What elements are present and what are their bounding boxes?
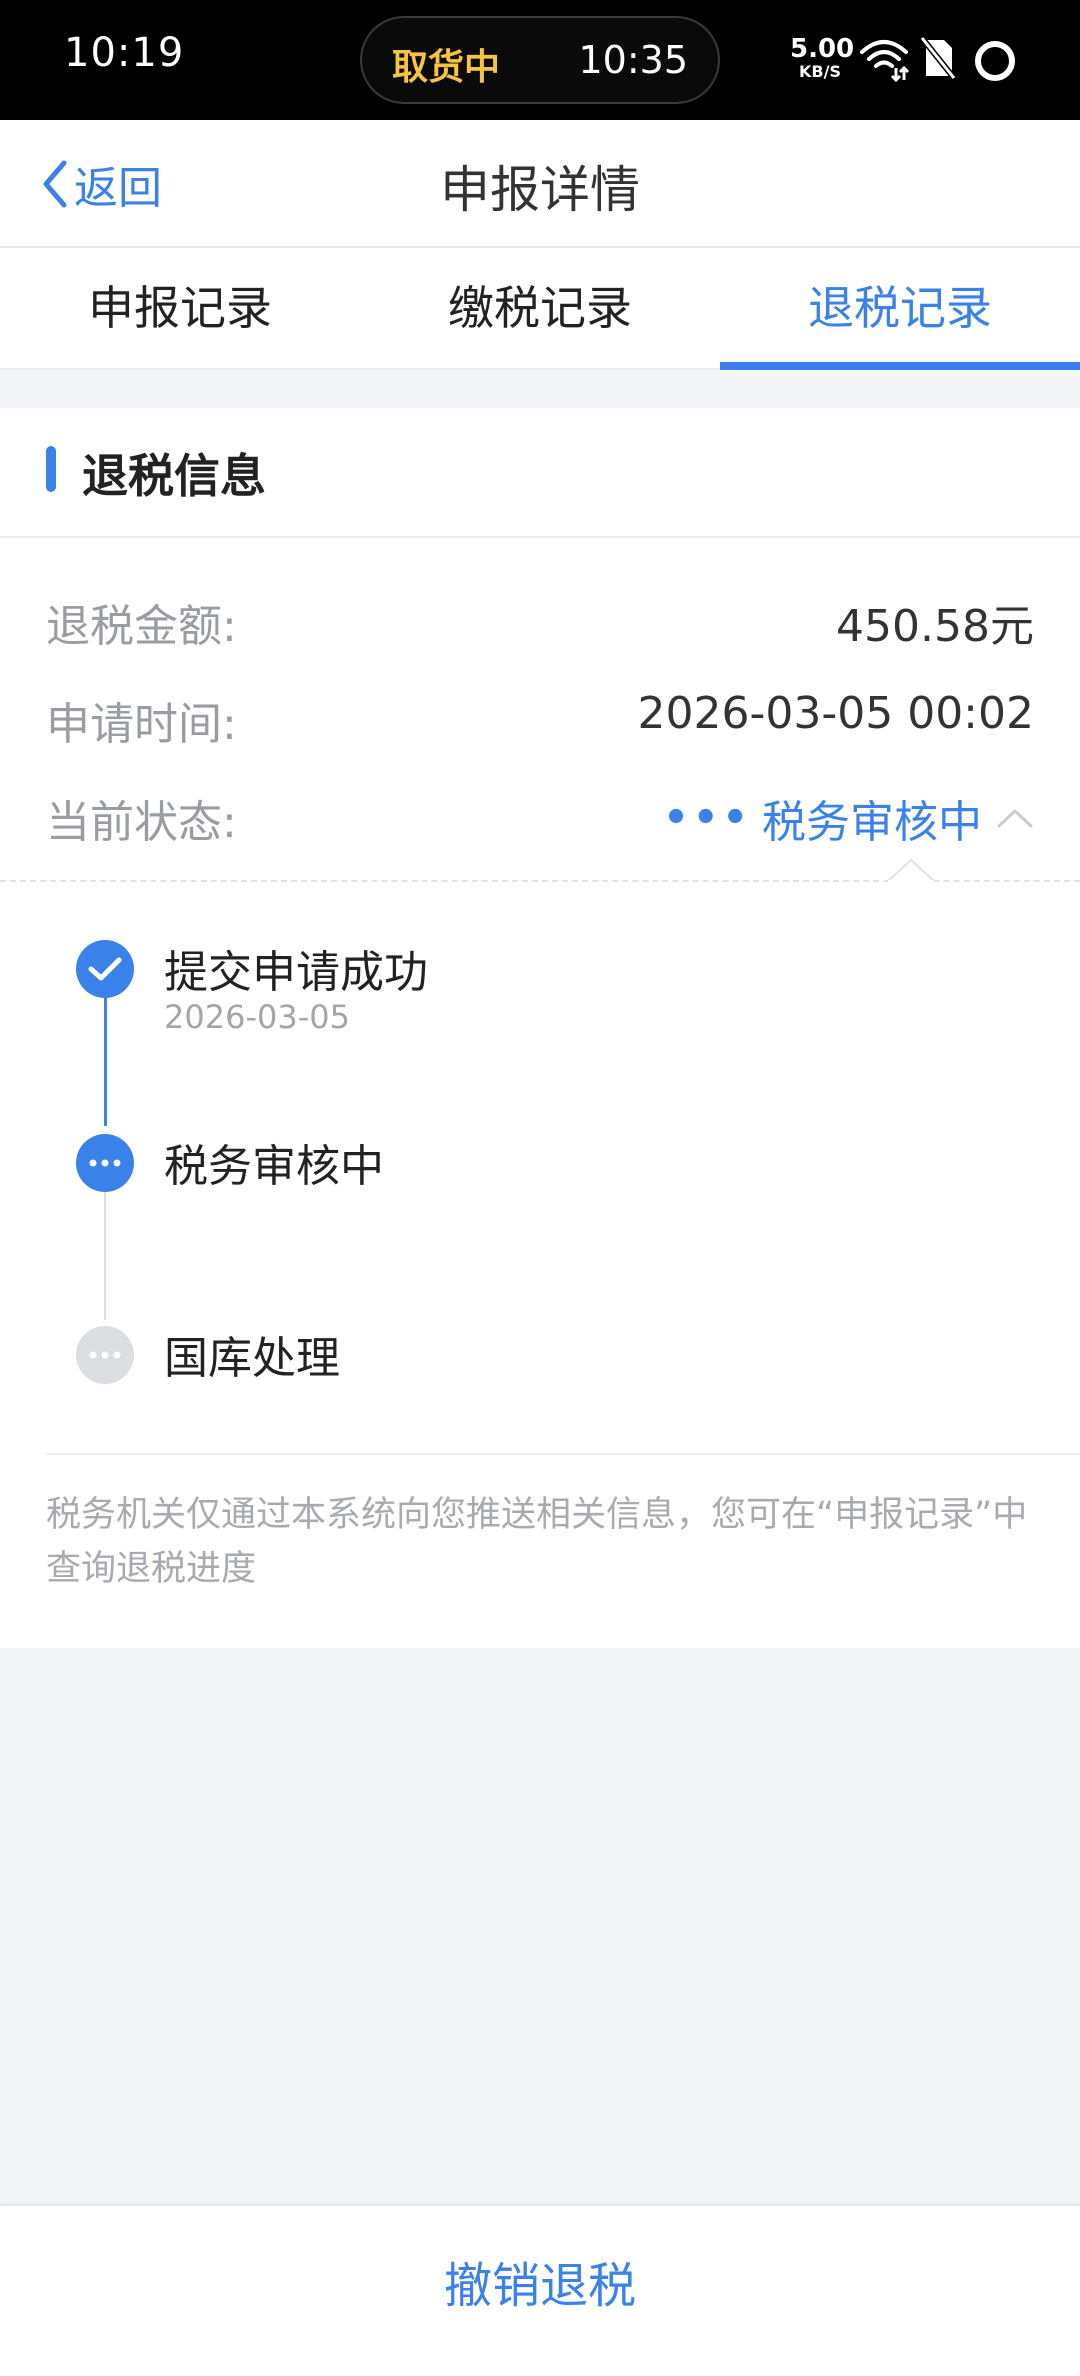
current-status-label: 当前状态: (46, 797, 237, 848)
active-tab-indicator (720, 362, 1080, 370)
timeline-connector-done (104, 998, 107, 1126)
no-sim-icon (919, 36, 957, 84)
pending-dots-icon (76, 1326, 134, 1384)
refund-amount-row: 退税金额: 450.58元 (46, 590, 1034, 660)
apply-time-value: 2026-03-05 00:02 (637, 688, 1035, 739)
network-speed-value: 5.00 (790, 34, 855, 64)
tab-declaration-records[interactable]: 申报记录 (0, 248, 360, 368)
note-divider (46, 1453, 1080, 1455)
timeline-step-date: 2026-03-05 (164, 998, 350, 1036)
dropdown-caret-icon (888, 858, 934, 882)
timeline-step-title: 税务审核中 (164, 1141, 384, 1192)
refund-info-card: 退税信息 退税金额: 450.58元 申请时间: 2026-03-05 00:0… (0, 408, 1080, 1648)
tab-payment-records[interactable]: 缴税记录 (360, 248, 720, 368)
refund-amount-label: 退税金额: (46, 601, 237, 652)
info-note: 税务机关仅通过本系统向您推送相关信息，您可在“申报记录”中查询退税进度 (46, 1495, 1028, 1589)
timeline-step-title: 提交申请成功 (164, 947, 428, 998)
cancel-refund-button[interactable]: 撤销退税 (0, 2206, 1080, 2366)
pill-status-text: 取货中 (392, 47, 501, 88)
refund-amount-value: 450.58元 (836, 601, 1034, 652)
apply-time-label: 申请时间: (46, 699, 237, 750)
tab-refund-records[interactable]: 退税记录 (720, 248, 1080, 368)
current-status-value: 税务审核中 (762, 797, 982, 848)
wifi-icon (858, 36, 910, 86)
pill-time-text: 10:35 (578, 38, 688, 82)
status-bar: 10:19 取货中 10:35 5.00 KB/S (0, 0, 1080, 120)
current-status-toggle[interactable]: ••• 税务审核中 (663, 786, 1034, 850)
bottom-action-bar: 撤销退税 (0, 2204, 1080, 2376)
section-header: 退税信息 (0, 408, 1080, 538)
network-speed-unit: KB/S (799, 62, 841, 81)
in-progress-dots-icon (76, 1134, 134, 1192)
network-speed: 5.00 KB/S (790, 34, 855, 81)
more-dots-icon: ••• (663, 795, 752, 841)
apply-time-row: 申请时间: 2026-03-05 00:02 (46, 688, 1034, 758)
chevron-up-icon (997, 809, 1033, 828)
timeline-step-title: 国库处理 (164, 1333, 340, 1384)
page-title: 申报详情 (440, 161, 640, 219)
section-title: 退税信息 (82, 449, 266, 503)
status-time: 10:19 (64, 30, 185, 76)
tab-bar: 申报记录 缴税记录 退税记录 (0, 248, 1080, 370)
section-accent-bar (46, 446, 56, 492)
check-icon (76, 940, 134, 998)
battery-ring-icon (972, 38, 1018, 88)
live-activity-pill[interactable]: 取货中 10:35 (360, 16, 720, 104)
nav-bar: 返回 申报详情 (0, 120, 1080, 248)
timeline-connector-pending (104, 1190, 106, 1320)
current-status-row[interactable]: 当前状态: ••• 税务审核中 (46, 786, 1034, 856)
